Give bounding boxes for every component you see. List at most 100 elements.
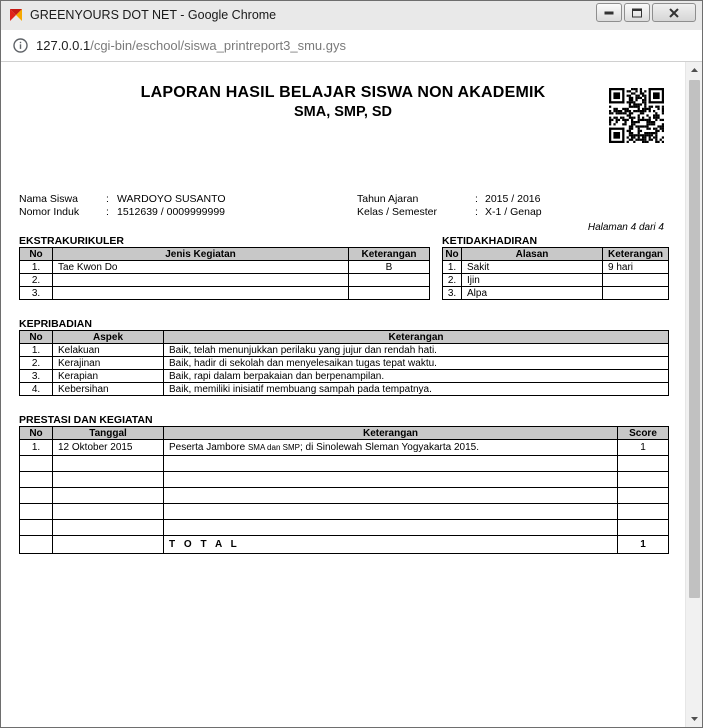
table-row: 3.	[19, 286, 430, 300]
vertical-scrollbar[interactable]	[685, 62, 702, 727]
cell-remark: Baik, memiliki inisiatif membuang sampah…	[163, 382, 669, 396]
cell-activity	[52, 273, 349, 287]
cell-remark: Baik, telah menunjukkan perilaku yang ju…	[163, 343, 669, 357]
table-row	[19, 487, 669, 504]
column-header: Keterangan	[602, 247, 669, 261]
cell-activity	[52, 286, 349, 300]
cell-aspect: Kerapian	[52, 369, 164, 383]
cell-remark	[602, 273, 669, 287]
table-header-row: No Aspek Keterangan	[19, 330, 669, 344]
ketidakhadiran-table: No Alasan Keterangan 1. Sakit 9 hari 2. …	[442, 247, 669, 300]
table-row: 3. Alpa	[442, 286, 669, 300]
separator: :	[106, 206, 109, 218]
cell-aspect: Kelakuan	[52, 343, 164, 357]
cell-remark: Baik, hadir di sekolah dan menyelesaikan…	[163, 356, 669, 370]
section-heading-prestasi: PRESTASI DAN KEGIATAN	[19, 414, 153, 426]
kepribadian-table: No Aspek Keterangan 1. Kelakuan Baik, te…	[19, 330, 669, 396]
cell-no: 1.	[442, 260, 462, 274]
column-header: Keterangan	[163, 426, 618, 440]
close-icon	[669, 8, 679, 17]
window-controls	[594, 3, 696, 23]
address-bar[interactable]: 127.0.0.1/cgi-bin/eschool/siswa_printrep…	[1, 30, 702, 62]
cell-no: 1.	[19, 439, 53, 456]
restore-icon	[632, 8, 642, 17]
table-row	[19, 455, 669, 472]
info-icon[interactable]	[13, 38, 28, 53]
scroll-up-arrow-icon[interactable]	[686, 62, 702, 78]
student-id-label: Nomor Induk	[19, 206, 80, 218]
cell-remark	[602, 286, 669, 300]
report-document: LAPORAN HASIL BELAJAR SISWA NON AKADEMIK…	[1, 62, 685, 727]
cell-reason: Alpa	[461, 286, 603, 300]
class-semester-value: X-1 / Genap	[485, 206, 542, 218]
cell-no: 3.	[19, 369, 53, 383]
table-row: 3. Kerapian Baik, rapi dalam berpakaian …	[19, 369, 669, 383]
report-subtitle: SMA, SMP, SD	[293, 104, 393, 120]
column-header: No	[19, 426, 53, 440]
ekstrakurikuler-table: No Jenis Kegiatan Keterangan 1. Tae Kwon…	[19, 247, 430, 300]
cell-remark: B	[348, 260, 430, 274]
table-header-row: No Tanggal Keterangan Score	[19, 426, 669, 440]
class-semester-label: Kelas / Semester	[357, 206, 437, 218]
cell-remark: 9 hari	[602, 260, 669, 274]
section-heading-kepribadian: KEPRIBADIAN	[19, 318, 92, 330]
column-header: Keterangan	[163, 330, 669, 344]
cell-no: 3.	[442, 286, 462, 300]
minimize-button[interactable]	[596, 3, 622, 22]
column-header: Aspek	[52, 330, 164, 344]
url-text[interactable]: 127.0.0.1/cgi-bin/eschool/siswa_printrep…	[36, 38, 346, 53]
remark-small-text: SMA dan SMP	[247, 443, 300, 452]
table-row: 1. Kelakuan Baik, telah menunjukkan peri…	[19, 343, 669, 357]
scrollbar-thumb[interactable]	[689, 80, 700, 598]
table-row: 2. Kerajinan Baik, hadir di sekolah dan …	[19, 356, 669, 370]
student-name-label: Nama Siswa	[19, 193, 78, 205]
minimize-icon	[604, 11, 614, 14]
column-header: Score	[617, 426, 669, 440]
column-header: Alasan	[461, 247, 603, 261]
column-header: Keterangan	[348, 247, 430, 261]
cell-aspect: Kerajinan	[52, 356, 164, 370]
column-header: No	[442, 247, 462, 261]
column-header: No	[19, 247, 53, 261]
section-heading-ketidakhadiran: KETIDAKHADIRAN	[442, 235, 538, 247]
table-row: 2.	[19, 273, 430, 287]
url-path: /cgi-bin/eschool/siswa_printreport3_smu.…	[90, 38, 347, 53]
report-title: LAPORAN HASIL BELAJAR SISWA NON AKADEMIK	[140, 84, 546, 101]
cell-remark	[348, 273, 430, 287]
close-button[interactable]	[652, 3, 696, 22]
cell-aspect: Kebersihan	[52, 382, 164, 396]
cell-remark: Baik, rapi dalam berpakaian dan berpenam…	[163, 369, 669, 383]
remark-text: ; di Sinolewah Sleman Yogyakarta 2015.	[299, 442, 479, 453]
total-label: T O T A L	[163, 535, 618, 554]
table-row: 2. Ijin	[442, 273, 669, 287]
separator: :	[475, 193, 478, 205]
scroll-down-arrow-icon[interactable]	[686, 711, 702, 727]
table-row	[19, 519, 669, 536]
column-header: No	[19, 330, 53, 344]
cell-no: 2.	[442, 273, 462, 287]
title-bar: GREENYOURS DOT NET - Google Chrome	[1, 1, 702, 30]
table-row: 4. Kebersihan Baik, memiliki inisiatif m…	[19, 382, 669, 396]
cell-reason: Ijin	[461, 273, 603, 287]
app-logo-icon	[10, 9, 22, 21]
cell-reason: Sakit	[461, 260, 603, 274]
prestasi-table: No Tanggal Keterangan Score 1. 12 Oktobe…	[19, 426, 669, 554]
browser-window: GREENYOURS DOT NET - Google Chrome 127.0…	[0, 0, 703, 728]
school-year-label: Tahun Ajaran	[357, 193, 419, 205]
page-indicator: Halaman 4 dari 4	[587, 222, 664, 233]
cell-no: 4.	[19, 382, 53, 396]
cell-activity: Tae Kwon Do	[52, 260, 349, 274]
cell-no: 1.	[19, 260, 53, 274]
window-title: GREENYOURS DOT NET - Google Chrome	[30, 8, 277, 22]
url-host: 127.0.0.1	[36, 38, 91, 53]
table-row	[19, 503, 669, 520]
separator: :	[475, 206, 478, 218]
student-id-value: 1512639 / 0009999999	[117, 206, 226, 218]
table-header-row: No Alasan Keterangan	[442, 247, 669, 261]
column-header: Jenis Kegiatan	[52, 247, 349, 261]
table-row	[19, 471, 669, 488]
cell-no: 2.	[19, 273, 53, 287]
table-row: 1. Tae Kwon Do B	[19, 260, 430, 274]
restore-button[interactable]	[624, 3, 650, 22]
page-viewport: LAPORAN HASIL BELAJAR SISWA NON AKADEMIK…	[1, 62, 702, 727]
